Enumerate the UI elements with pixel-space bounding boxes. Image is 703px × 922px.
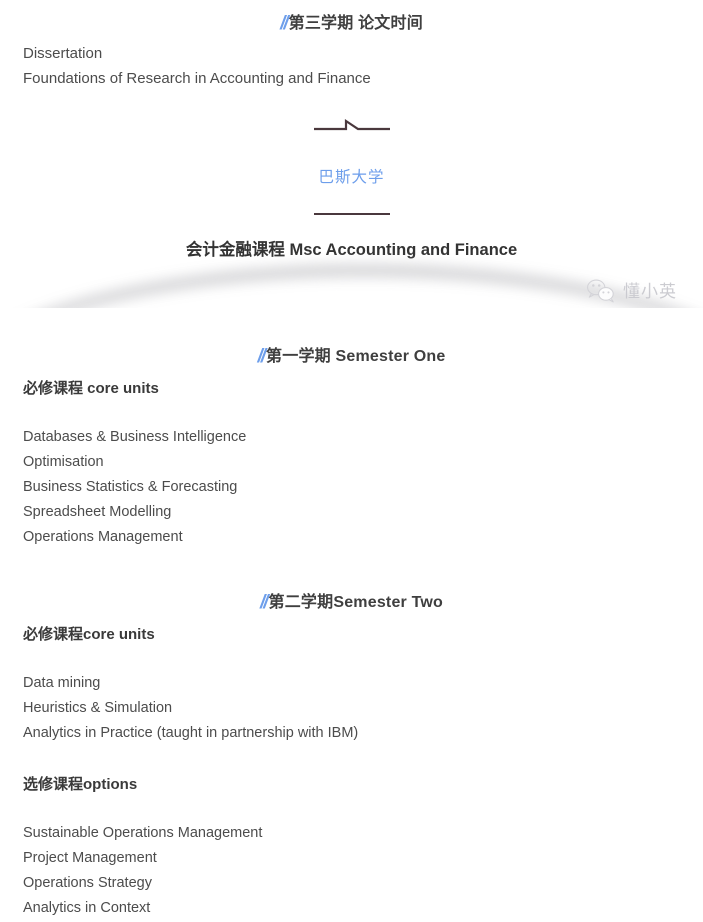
wechat-icon <box>587 279 614 303</box>
semester-one-heading-label: 第一学期 Semester One <box>266 348 446 365</box>
semester-one-core-list: Databases & Business Intelligence Optimi… <box>0 425 703 550</box>
semester-two-options-label: 选修课程options <box>23 776 138 793</box>
slash-marker-icon: // <box>280 13 288 34</box>
course-item: Databases & Business Intelligence <box>23 429 247 445</box>
university-name: 巴斯大学 <box>318 169 385 186</box>
semester-one-core-label: 必修课程 core units <box>23 380 159 397</box>
course-item: Foundations of Research in Accounting an… <box>23 70 371 87</box>
course-item: Analytics in Practice (taught in partner… <box>23 725 359 741</box>
wechat-account-name: 懂小英 <box>623 281 677 301</box>
course-item: Operations Management <box>23 529 183 545</box>
course-item: Operations Strategy <box>23 875 152 891</box>
wechat-watermark: 懂小英 <box>586 278 677 304</box>
semester-three-course-list: Dissertation Foundations of Research in … <box>0 41 703 91</box>
university-badge: 巴斯大学 <box>0 118 703 215</box>
slash-marker-icon: // <box>259 592 268 613</box>
course-item: Project Management <box>23 850 157 866</box>
semester-two-heading-label: 第二学期Semester Two <box>268 594 444 611</box>
page-title: 会计金融课程 Msc Accounting and Finance <box>185 241 518 259</box>
course-item: Sustainable Operations Management <box>23 825 263 841</box>
course-item: Heuristics & Simulation <box>23 700 173 716</box>
arc-shadow-decoration <box>0 252 703 332</box>
course-item: Analytics in Context <box>23 900 151 916</box>
course-item: Spreadsheet Modelling <box>23 504 172 520</box>
semester-two-heading: //第二学期Semester Two <box>0 588 703 614</box>
course-item: Optimisation <box>23 454 104 470</box>
semester-three-heading: //第三学期 论文时间 <box>0 9 703 35</box>
course-item: Data mining <box>23 675 101 691</box>
semester-one-heading: //第一学期 Semester One <box>0 342 703 368</box>
course-item: Business Statistics & Forecasting <box>23 479 238 495</box>
arc-shape <box>0 266 703 332</box>
semester-two-core-list: Data mining Heuristics & Simulation Anal… <box>0 671 703 746</box>
slash-marker-icon: // <box>257 346 265 367</box>
article-page: //第三学期 论文时间 Dissertation Foundations of … <box>0 0 703 922</box>
badge-underline <box>313 213 390 215</box>
flag-rule-icon <box>313 118 390 131</box>
semester-three-heading-label: 第三学期 论文时间 <box>288 15 423 32</box>
semester-two-core-label: 必修课程core units <box>23 626 155 643</box>
semester-two-options-list: Sustainable Operations Management Projec… <box>0 821 703 921</box>
arc-mask <box>0 308 703 332</box>
course-item: Dissertation <box>23 45 103 62</box>
